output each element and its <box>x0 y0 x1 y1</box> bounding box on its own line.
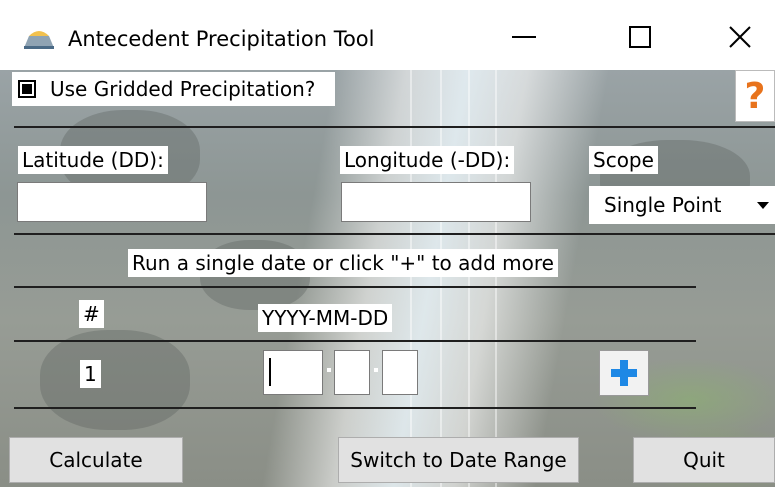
plus-icon <box>611 360 637 386</box>
divider <box>14 233 775 235</box>
title-bar: Antecedent Precipitation Tool <box>0 0 775 70</box>
scope-selected-value: Single Point <box>604 193 722 217</box>
divider <box>14 407 696 409</box>
switch-to-date-range-button[interactable]: Switch to Date Range <box>338 437 579 483</box>
app-window: Antecedent Precipitation Tool Use Gridde… <box>0 0 775 487</box>
date-day-input[interactable] <box>382 350 418 395</box>
table-header-date: YYYY-MM-DD <box>258 304 393 332</box>
gridded-checkbox[interactable] <box>18 80 36 98</box>
longitude-label: Longitude (-DD): <box>340 146 515 174</box>
minimize-icon[interactable] <box>494 16 554 58</box>
scope-label: Scope <box>589 146 658 174</box>
quit-button[interactable]: Quit <box>633 437 775 483</box>
window-title: Antecedent Precipitation Tool <box>68 27 375 51</box>
date-separator <box>327 368 331 372</box>
latitude-label: Latitude (DD): <box>18 146 168 174</box>
date-month-input[interactable] <box>334 350 370 395</box>
date-separator <box>374 368 378 372</box>
background-image <box>0 70 775 487</box>
latitude-input[interactable] <box>17 182 207 222</box>
scope-dropdown[interactable]: Single Point <box>589 186 775 224</box>
maximize-icon[interactable] <box>610 16 670 58</box>
app-logo-icon <box>24 31 54 49</box>
calculate-button[interactable]: Calculate <box>9 437 183 483</box>
add-date-button[interactable] <box>599 350 649 396</box>
longitude-input[interactable] <box>341 182 531 222</box>
text-cursor <box>269 358 271 386</box>
gridded-label: Use Gridded Precipitation? <box>46 75 320 103</box>
help-button[interactable]: ? <box>735 70 775 122</box>
date-year-input[interactable] <box>263 350 323 395</box>
divider <box>14 340 696 342</box>
table-header-index: # <box>79 300 104 328</box>
close-icon[interactable] <box>710 16 770 58</box>
divider <box>14 286 696 288</box>
row-index: 1 <box>80 360 101 388</box>
instruction-text: Run a single date or click "+" to add mo… <box>128 249 558 277</box>
divider <box>14 126 775 128</box>
dropdown-arrow-icon[interactable] <box>757 202 769 209</box>
